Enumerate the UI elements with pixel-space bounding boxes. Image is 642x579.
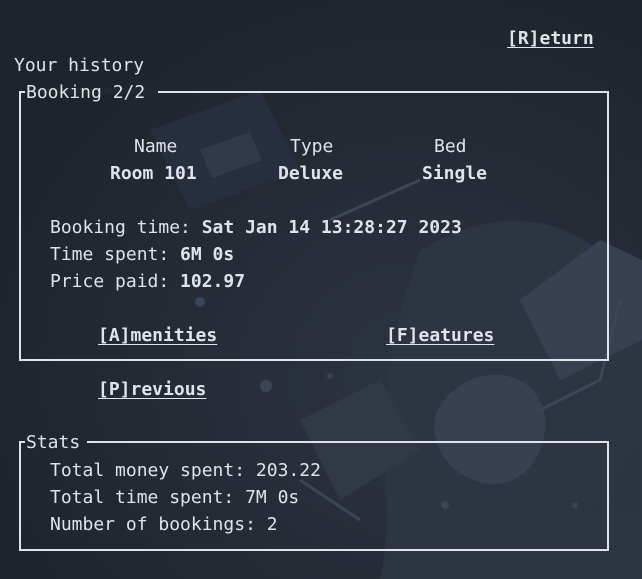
number-of-bookings: Number of bookings: 2 xyxy=(50,514,278,535)
time-spent-label: Time spent: xyxy=(50,244,181,265)
price-paid-line: Price paid: 102.97 xyxy=(50,268,245,295)
amenities-button[interactable]: [A]menities xyxy=(98,322,217,349)
booking-time-label: Booking time: xyxy=(50,217,202,238)
price-paid-label: Price paid: xyxy=(50,271,181,292)
return-button[interactable]: [R]eturn xyxy=(507,25,594,52)
history-screen: [R]eturn Your history Booking 2/2 Bookin… xyxy=(0,0,642,579)
features-button[interactable]: [F]eatures xyxy=(386,322,494,349)
time-spent-line: Time spent: 6M 0s xyxy=(50,241,234,268)
total-time-spent: Total time spent: 7M 0s xyxy=(50,487,300,508)
price-paid-value: 102.97 xyxy=(180,271,246,292)
time-spent-value: 6M 0s xyxy=(180,244,235,265)
stats-legend-text: Stats xyxy=(26,432,81,453)
room-type-value: Deluxe xyxy=(278,163,344,184)
total-money-spent: Total money spent: 203.22 xyxy=(50,460,321,481)
booking-time-value: Sat Jan 14 13:28:27 2023 xyxy=(201,217,462,238)
previous-button[interactable]: [P]revious xyxy=(98,376,206,403)
booking-legend-text: Booking 2/2 xyxy=(26,82,146,103)
column-header-bed: Bed xyxy=(434,136,467,157)
page-title: Your history xyxy=(14,55,145,76)
room-name-value: Room 101 xyxy=(110,163,197,184)
column-header-type: Type xyxy=(290,136,334,157)
bed-type-value: Single xyxy=(422,163,488,184)
column-header-name: Name xyxy=(134,136,178,157)
booking-time-line: Booking time: Sat Jan 14 13:28:27 2023 xyxy=(50,214,462,241)
